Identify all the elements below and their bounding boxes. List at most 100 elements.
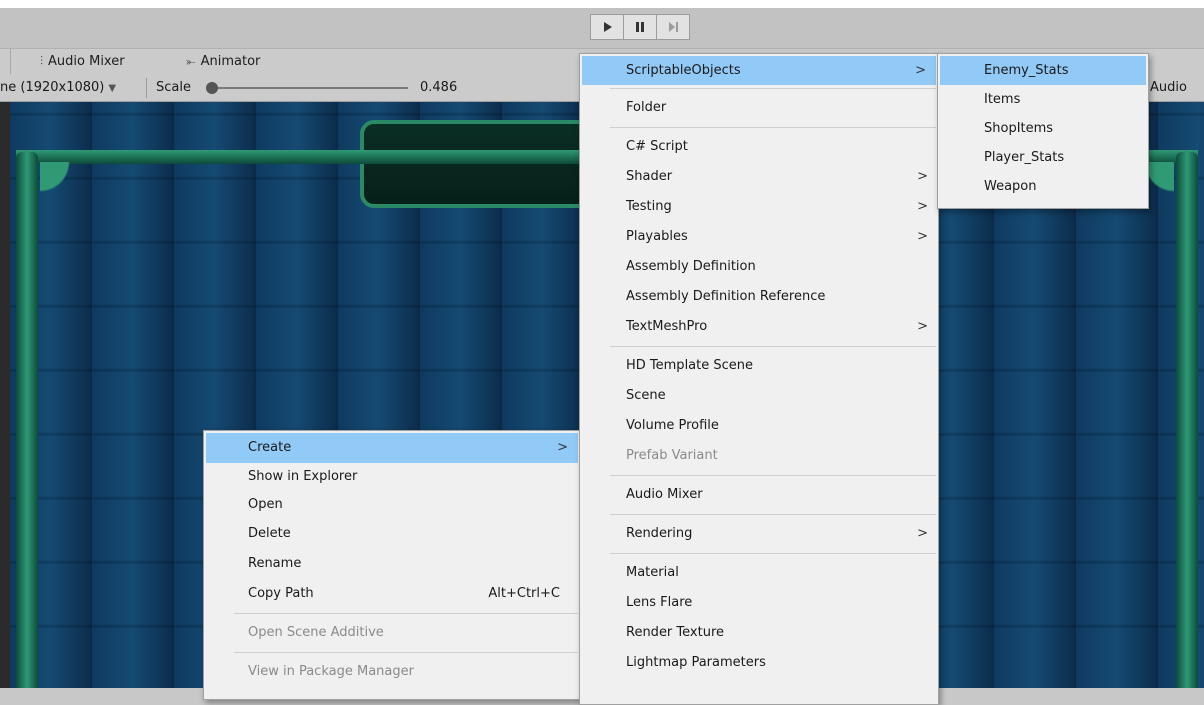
audio-mixer-icon: ⫶ <box>40 54 44 68</box>
resolution-dropdown[interactable]: ne (1920x1080) ▼ <box>0 80 116 95</box>
menu-item-lens-flare[interactable]: Lens Flare <box>580 588 938 618</box>
scale-slider-handle[interactable] <box>206 82 218 94</box>
menu-item-weapon[interactable]: Weapon <box>938 172 1148 201</box>
main-toolbar <box>0 8 1204 48</box>
play-button[interactable] <box>590 14 624 40</box>
menu-item-scriptable-objects[interactable]: ScriptableObjects > <box>582 56 936 85</box>
frame-corner-left <box>40 162 100 222</box>
frame-right-border <box>1176 152 1198 688</box>
menu-item-label: Lightmap Parameters <box>626 655 766 670</box>
menu-item-render-texture[interactable]: Render Texture <box>580 618 938 648</box>
menu-item-label: Weapon <box>984 179 1037 194</box>
menu-item-label: View in Package Manager <box>248 664 414 679</box>
menu-item-shortcut: Alt+Ctrl+C <box>488 586 560 601</box>
menu-item-label: Scene <box>626 388 666 403</box>
tab-label: Audio Mixer <box>48 54 125 69</box>
menu-item-scene[interactable]: Scene <box>580 381 938 411</box>
menu-item-hd-template-scene[interactable]: HD Template Scene <box>580 351 938 381</box>
menu-separator <box>610 127 936 128</box>
menu-item-label: Items <box>984 92 1021 107</box>
menu-item-copy-path[interactable]: Copy Path Alt+Ctrl+C <box>204 579 580 609</box>
menu-item-label: Testing <box>626 199 672 214</box>
menu-item-rendering[interactable]: Rendering > <box>580 519 938 549</box>
resolution-label: ne (1920x1080) <box>0 80 105 95</box>
menu-item-create[interactable]: Create > <box>206 433 578 463</box>
menu-item-shop-items[interactable]: ShopItems <box>938 114 1148 143</box>
menu-separator <box>234 652 578 653</box>
panel-edge <box>0 102 10 688</box>
menu-item-label: Show in Explorer <box>248 469 358 484</box>
playmode-controls <box>590 14 690 40</box>
create-submenu: ScriptableObjects > Folder C# Script Sha… <box>579 53 939 705</box>
menu-item-player-stats[interactable]: Player_Stats <box>938 143 1148 172</box>
menu-item-assembly-definition[interactable]: Assembly Definition <box>580 252 938 282</box>
menu-item-playables[interactable]: Playables > <box>580 222 938 252</box>
menu-item-rename[interactable]: Rename <box>204 549 580 579</box>
tab-audio-mixer[interactable]: ⫶ Audio Mixer <box>40 54 125 69</box>
menu-item-volume-profile[interactable]: Volume Profile <box>580 411 938 441</box>
pause-icon <box>636 22 644 32</box>
menu-item-label: Delete <box>248 526 291 541</box>
chevron-down-icon: ▼ <box>108 83 117 94</box>
tab-divider <box>10 49 11 75</box>
chevron-right-icon: > <box>917 229 928 244</box>
scale-value: 0.486 <box>420 80 458 95</box>
menu-separator <box>610 346 936 347</box>
menu-item-label: Create <box>248 440 292 455</box>
scale-slider-track[interactable] <box>212 87 408 89</box>
play-icon <box>604 22 612 32</box>
menu-separator <box>610 475 936 476</box>
menu-item-label: Shader <box>626 169 673 184</box>
menu-item-open-scene-additive: Open Scene Additive <box>204 618 580 648</box>
menu-item-show-in-explorer[interactable]: Show in Explorer <box>204 463 580 491</box>
scale-label: Scale <box>156 80 191 95</box>
menu-item-material[interactable]: Material <box>580 558 938 588</box>
tab-animator[interactable]: ⤜ Animator <box>186 54 260 69</box>
menu-item-label: TextMeshPro <box>626 319 708 334</box>
menu-item-shader[interactable]: Shader > <box>580 162 938 192</box>
menu-item-lightmap-parameters[interactable]: Lightmap Parameters <box>580 648 938 678</box>
menu-separator <box>234 613 578 614</box>
step-button[interactable] <box>656 14 690 40</box>
menu-item-open[interactable]: Open <box>204 491 580 519</box>
menu-item-audio-mixer[interactable]: Audio Mixer <box>580 480 938 510</box>
menu-item-items[interactable]: Items <box>938 85 1148 114</box>
menu-item-csharp-script[interactable]: C# Script <box>580 132 938 162</box>
menu-separator <box>610 88 936 89</box>
context-menu: Create > Show in Explorer Open Delete Re… <box>203 430 581 700</box>
chevron-right-icon: > <box>917 199 928 214</box>
chevron-right-icon: > <box>915 63 926 78</box>
menu-item-label: Open Scene Additive <box>248 625 384 640</box>
menu-item-label: Lens Flare <box>626 595 693 610</box>
menu-item-label: Open <box>248 497 283 512</box>
frame-left-border <box>16 152 38 688</box>
menu-item-label: Playables <box>626 229 688 244</box>
audio-toggle-label[interactable]: Audio <box>1150 80 1187 95</box>
menu-item-delete[interactable]: Delete <box>204 519 580 549</box>
pause-button[interactable] <box>623 14 657 40</box>
menu-item-label: Assembly Definition Reference <box>626 289 826 304</box>
menu-item-label: C# Script <box>626 139 688 154</box>
menu-item-folder[interactable]: Folder <box>580 93 938 123</box>
menu-item-label: Player_Stats <box>984 150 1065 165</box>
chevron-right-icon: > <box>557 440 568 455</box>
menu-item-label: Assembly Definition <box>626 259 756 274</box>
menu-item-label: Audio Mixer <box>626 487 703 502</box>
menu-item-label: Render Texture <box>626 625 725 640</box>
menu-item-testing[interactable]: Testing > <box>580 192 938 222</box>
menu-item-textmeshpro[interactable]: TextMeshPro > <box>580 312 938 342</box>
menu-item-label: Rendering <box>626 526 693 541</box>
menu-item-label: Volume Profile <box>626 418 719 433</box>
scriptable-objects-submenu: Enemy_Stats Items ShopItems Player_Stats… <box>937 53 1149 209</box>
chevron-right-icon: > <box>917 319 928 334</box>
menu-item-enemy-stats[interactable]: Enemy_Stats <box>940 56 1146 85</box>
menu-item-assembly-definition-reference[interactable]: Assembly Definition Reference <box>580 282 938 312</box>
tab-label: Animator <box>200 54 261 69</box>
menu-item-label: Copy Path <box>248 586 314 601</box>
menu-item-label: Material <box>626 565 679 580</box>
chevron-right-icon: > <box>917 526 928 541</box>
menu-item-label: Folder <box>626 100 667 115</box>
chevron-right-icon: > <box>917 169 928 184</box>
menu-item-label: HD Template Scene <box>626 358 754 373</box>
menu-separator <box>610 514 936 515</box>
